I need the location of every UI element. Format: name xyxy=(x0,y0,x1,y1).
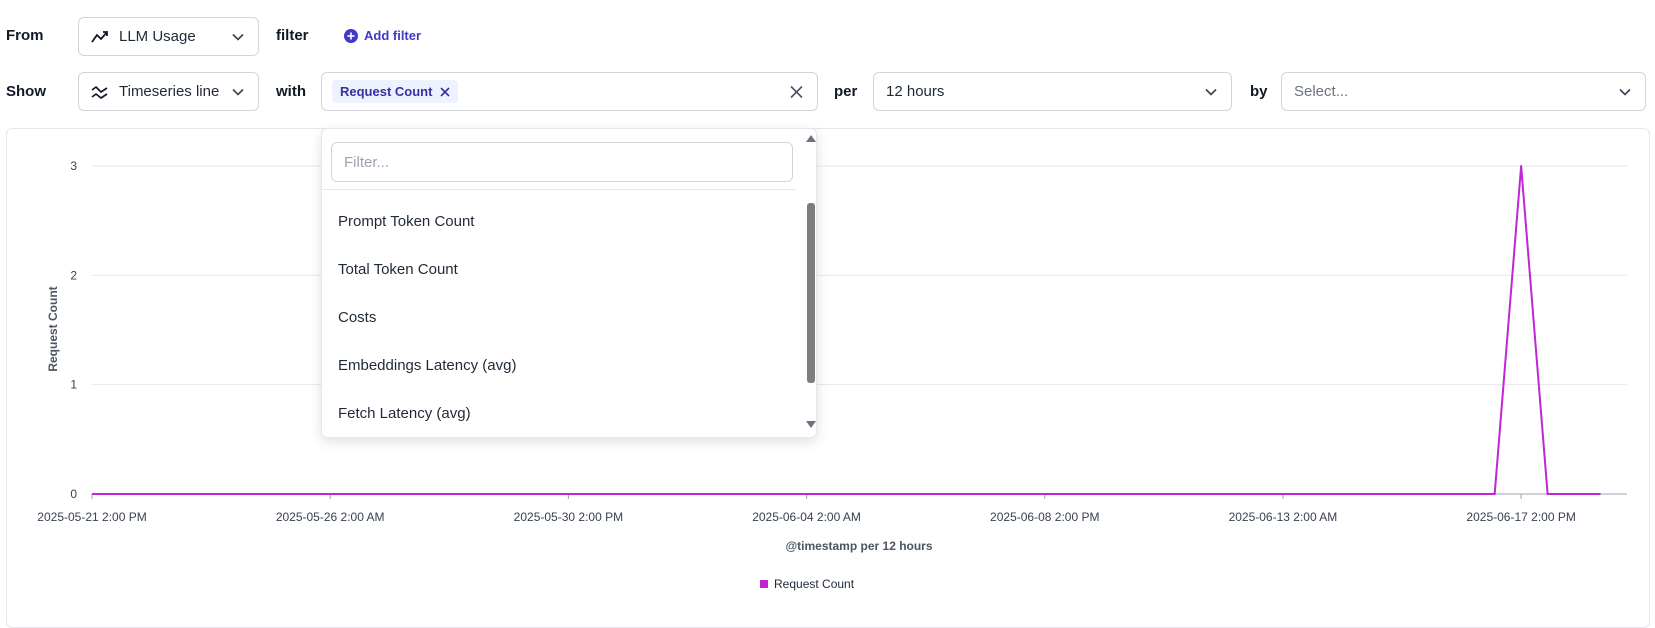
list-item[interactable]: Embeddings Latency (avg) xyxy=(338,357,516,374)
source-value: LLM Usage xyxy=(119,28,196,45)
chart-panel: 0 1 2 3 2025-05-21 2:00 PM 2025-05-26 2:00 A… xyxy=(6,128,1650,628)
x-tick-label: 2025-06-04 2:00 AM xyxy=(752,510,861,524)
line-chart-icon xyxy=(91,30,109,44)
x-tick-label: 2025-05-30 2:00 PM xyxy=(514,510,623,524)
metric-chip: Request Count xyxy=(332,80,459,103)
clear-icon[interactable] xyxy=(790,85,803,98)
chevron-down-icon xyxy=(1619,88,1631,96)
y-axis-label: Request Count xyxy=(46,286,60,371)
legend: Request Count xyxy=(760,577,855,591)
metric-multiselect[interactable]: Request Count xyxy=(321,72,818,111)
chip-remove-icon[interactable] xyxy=(440,86,451,97)
x-tick-label: 2025-06-08 2:00 PM xyxy=(990,510,1099,524)
scrollbar-thumb[interactable] xyxy=(807,203,815,383)
list-item[interactable]: Fetch Latency (avg) xyxy=(338,405,471,422)
interval-select[interactable]: 12 hours xyxy=(873,72,1232,111)
x-tick-label: 2025-05-21 2:00 PM xyxy=(37,510,146,524)
chevron-down-icon xyxy=(1205,88,1217,96)
with-label: with xyxy=(276,83,306,100)
filter-label: filter xyxy=(276,27,309,44)
metric-dropdown: Prompt Token Count Total Token Count Cos… xyxy=(321,128,817,438)
x-axis-label: @timestamp per 12 hours xyxy=(785,539,932,553)
from-label: From xyxy=(6,27,44,44)
interval-value: 12 hours xyxy=(886,83,945,100)
dropdown-divider xyxy=(322,189,796,190)
list-item[interactable]: Total Token Count xyxy=(338,261,458,278)
metric-chip-label: Request Count xyxy=(340,84,433,99)
y-tick-label: 2 xyxy=(70,268,77,282)
timeseries-icon xyxy=(91,85,109,99)
per-label: per xyxy=(834,83,858,100)
visualization-select[interactable]: Timeseries line xyxy=(78,72,259,111)
legend-label: Request Count xyxy=(774,577,855,591)
y-tick-label: 1 xyxy=(70,378,77,392)
x-tick-label: 2025-06-17 2:00 PM xyxy=(1466,510,1575,524)
list-item[interactable]: Prompt Token Count xyxy=(338,213,474,230)
scroll-down-arrow-icon[interactable] xyxy=(806,421,816,428)
chevron-down-icon xyxy=(232,33,244,41)
scroll-up-arrow-icon[interactable] xyxy=(806,135,816,142)
dropdown-list[interactable]: Prompt Token Count Total Token Count Cos… xyxy=(322,191,796,437)
legend-swatch xyxy=(760,580,768,588)
by-label: by xyxy=(1250,83,1268,100)
chevron-down-icon xyxy=(232,88,244,96)
series-line xyxy=(92,165,1601,495)
list-item[interactable]: Costs xyxy=(338,309,376,326)
chart-svg: 0 1 2 3 2025-05-21 2:00 PM 2025-05-26 2:00 A… xyxy=(37,159,1627,591)
y-tick-label: 3 xyxy=(70,159,77,173)
filter-input[interactable] xyxy=(331,142,793,182)
show-label: Show xyxy=(6,83,46,100)
x-tick-label: 2025-06-13 2:00 AM xyxy=(1229,510,1338,524)
visualization-value: Timeseries line xyxy=(119,83,220,100)
y-tick-label: 0 xyxy=(70,487,77,501)
x-tick-label: 2025-05-26 2:00 AM xyxy=(276,510,385,524)
plus-circle-icon xyxy=(344,28,358,43)
add-filter-label: Add filter xyxy=(364,28,422,43)
group-by-select[interactable]: Select... xyxy=(1281,72,1646,111)
add-filter-button[interactable]: Add filter xyxy=(344,28,421,43)
source-select[interactable]: LLM Usage xyxy=(78,17,259,56)
group-by-placeholder: Select... xyxy=(1294,83,1349,100)
